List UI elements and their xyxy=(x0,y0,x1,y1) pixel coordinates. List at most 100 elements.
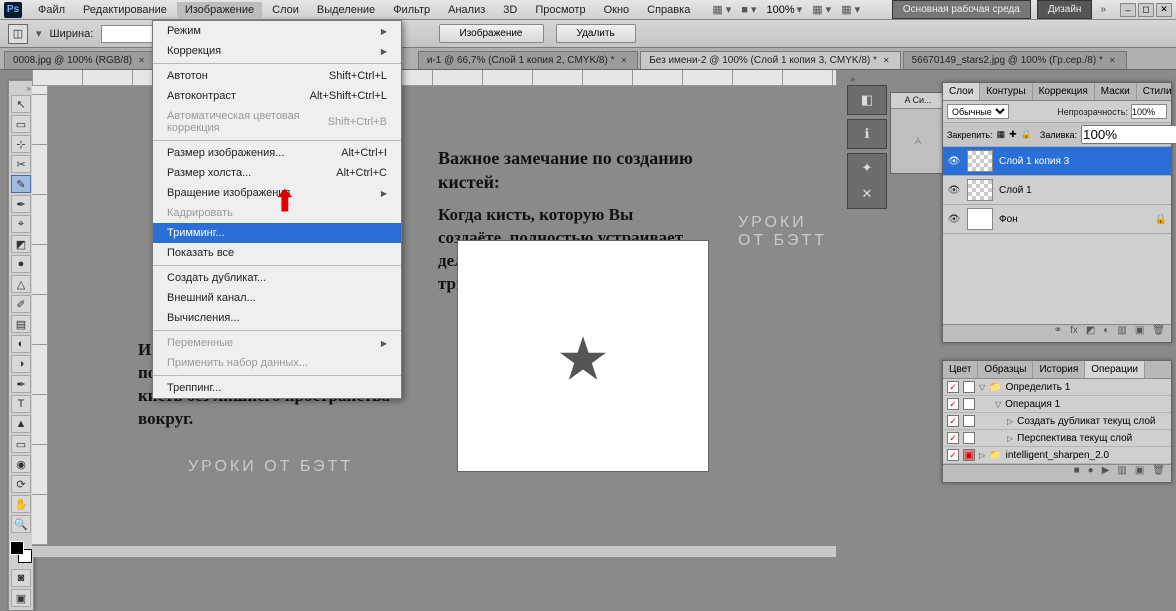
workspace-more-icon[interactable]: » xyxy=(1100,4,1106,15)
layer-row[interactable]: 👁Фон🔒 xyxy=(943,205,1171,234)
menu-filter[interactable]: Фильтр xyxy=(385,2,438,18)
eye-icon[interactable]: 👁 xyxy=(947,156,961,167)
dock-collapse-icon[interactable]: » xyxy=(850,74,855,84)
menu-window[interactable]: Окно xyxy=(596,2,638,18)
menu-file[interactable]: Файл xyxy=(30,2,73,18)
action-row[interactable]: ✓▷ Перспектива текущ слой xyxy=(943,430,1171,447)
layer-row[interactable]: 👁Слой 1 xyxy=(943,176,1171,205)
menu-calculations[interactable]: Вычисления... xyxy=(153,308,401,328)
dock-info-icon[interactable]: ℹ xyxy=(856,124,878,144)
lock-pos-icon[interactable]: ✚ xyxy=(1009,129,1017,140)
dock-navigator-icon[interactable]: ◧ xyxy=(856,90,878,110)
check-icon[interactable]: ✓ xyxy=(947,381,959,393)
check-icon[interactable]: ✓ xyxy=(947,449,959,461)
action-row[interactable]: ✓▣▷📁 intelligent_sharpen_2.0 xyxy=(943,447,1171,464)
mask-icon[interactable]: ◩ xyxy=(1086,325,1095,342)
menu-image-size[interactable]: Размер изображения...Alt+Ctrl+I xyxy=(153,143,401,163)
tab-history[interactable]: История xyxy=(1033,361,1085,378)
history-brush-icon[interactable]: △ xyxy=(11,275,31,293)
toolbox-collapse-icon[interactable]: » xyxy=(11,84,31,93)
tab-masks[interactable]: Маски xyxy=(1095,83,1137,100)
menu-autocolor[interactable]: Автоматическая цветовая коррекцияShift+C… xyxy=(153,106,401,138)
link-icon[interactable]: ⚭ xyxy=(1054,325,1062,342)
stamp-tool-icon[interactable]: ● xyxy=(11,255,31,273)
tab-swatches[interactable]: Образцы xyxy=(978,361,1033,378)
blur-tool-icon[interactable]: ◐ xyxy=(11,335,31,353)
action-row[interactable]: ✓▽ Операция 1 xyxy=(943,396,1171,413)
lasso-tool-icon[interactable]: ⊹ xyxy=(11,135,31,153)
dodge-tool-icon[interactable]: ◑ xyxy=(11,355,31,373)
path-tool-icon[interactable]: ▲ xyxy=(11,415,31,433)
menu-3d[interactable]: 3D xyxy=(495,2,525,18)
crop-tool-icon[interactable]: ◫ xyxy=(8,24,28,44)
tab-close-icon[interactable]: ✕ xyxy=(621,56,628,65)
blend-mode-select[interactable]: Обычные xyxy=(947,104,1009,119)
menu-trim[interactable]: Тримминг... xyxy=(153,223,401,243)
play-icon[interactable]: ▶ xyxy=(1102,465,1110,482)
window-min-icon[interactable]: – xyxy=(1120,3,1136,17)
eye-icon[interactable]: 👁 xyxy=(947,214,961,225)
new-set-icon[interactable]: ▥ xyxy=(1117,465,1126,482)
char-tab[interactable]: A xyxy=(904,95,910,105)
adjust-icon[interactable]: ◐ xyxy=(1103,325,1109,342)
tab-layers[interactable]: Слои xyxy=(943,83,980,100)
menu-correction[interactable]: Коррекция▶ xyxy=(153,41,401,61)
menu-view[interactable]: Просмотр xyxy=(527,2,593,18)
hand-tool-icon[interactable]: ✋ xyxy=(11,495,31,513)
lock-pixels-icon[interactable]: ▦ xyxy=(997,129,1006,140)
color-swatches[interactable] xyxy=(10,541,32,563)
marquee-tool-icon[interactable]: ▭ xyxy=(11,115,31,133)
eye-icon[interactable]: 👁 xyxy=(947,185,961,196)
3d-tool-icon[interactable]: ◉ xyxy=(11,455,31,473)
workspace-main[interactable]: Основная рабочая среда xyxy=(892,0,1031,19)
type-tool-icon[interactable]: T xyxy=(11,395,31,413)
check-icon[interactable]: ✓ xyxy=(947,415,959,427)
action-row[interactable]: ✓▷ Создать дубликат текущ слой xyxy=(943,413,1171,430)
quickmask-icon[interactable]: ◙ xyxy=(11,569,31,587)
eraser-tool-icon[interactable]: ✐ xyxy=(11,295,31,313)
layer-row[interactable]: 👁Слой 1 копия 3 xyxy=(943,147,1171,176)
menu-apply-dataset[interactable]: Применить набор данных... xyxy=(153,353,401,373)
wand-tool-icon[interactable]: ✂ xyxy=(11,155,31,173)
brush-tool-icon[interactable]: ◩ xyxy=(11,235,31,253)
menu-apply-image[interactable]: Внешний канал... xyxy=(153,288,401,308)
window-max-icon[interactable]: ◻ xyxy=(1138,3,1154,17)
heal-tool-icon[interactable]: ⌖ xyxy=(11,215,31,233)
menu-mode[interactable]: Режим▶ xyxy=(153,21,401,41)
menu-canvas-size[interactable]: Размер холста...Alt+Ctrl+C xyxy=(153,163,401,183)
eyedropper-tool-icon[interactable]: ✒ xyxy=(11,195,31,213)
menu-autocontrast[interactable]: АвтоконтрастAlt+Shift+Ctrl+L xyxy=(153,86,401,106)
pen-tool-icon[interactable]: ✒ xyxy=(11,375,31,393)
dock-tools-icon[interactable]: ✕ xyxy=(856,184,878,204)
crop-tool-icon[interactable]: ✎ xyxy=(11,175,31,193)
stop-icon[interactable]: ■ xyxy=(1074,465,1080,482)
zoom-tool-icon[interactable]: 🔍 xyxy=(11,515,31,533)
tab-close-icon[interactable]: ✕ xyxy=(883,56,890,65)
menu-analysis[interactable]: Анализ xyxy=(440,2,493,18)
workspace-design[interactable]: Дизайн xyxy=(1037,0,1093,19)
symbol-tab[interactable]: Си... xyxy=(913,95,932,105)
tab-close-icon[interactable]: ✕ xyxy=(1109,56,1116,65)
menu-variables[interactable]: Переменные▶ xyxy=(153,333,401,353)
dock-adjust-icon[interactable]: ✦ xyxy=(856,158,878,178)
menu-help[interactable]: Справка xyxy=(639,2,698,18)
character-panel[interactable]: A Си... A xyxy=(890,92,946,174)
3d-rot-tool-icon[interactable]: ⟳ xyxy=(11,475,31,493)
scrollbar-h[interactable] xyxy=(32,545,836,557)
gradient-tool-icon[interactable]: ▤ xyxy=(11,315,31,333)
doc-tab[interactable]: 0008.jpg @ 100% (RGB/8)✕ xyxy=(4,51,156,69)
new-action-icon[interactable]: ▣ xyxy=(1135,465,1144,482)
tab-paths[interactable]: Контуры xyxy=(980,83,1032,100)
trash-icon[interactable]: 🗑 xyxy=(1152,325,1165,342)
screenmode-icon[interactable]: ▣ xyxy=(11,589,31,607)
menu-layers[interactable]: Слои xyxy=(264,2,307,18)
tab-styles[interactable]: Стили xyxy=(1137,83,1176,100)
menu-duplicate[interactable]: Создать дубликат... xyxy=(153,268,401,288)
check-icon[interactable]: ✓ xyxy=(947,432,959,444)
tab-adjust[interactable]: Коррекция xyxy=(1033,83,1095,100)
delete-button[interactable]: Удалить xyxy=(556,24,636,43)
doc-tab[interactable]: 56670149_stars2.jpg @ 100% (Гр.сер./8) *… xyxy=(903,51,1127,69)
menu-select[interactable]: Выделение xyxy=(309,2,383,18)
menu-autotone[interactable]: АвтотонShift+Ctrl+L xyxy=(153,66,401,86)
action-row[interactable]: ✓▽📁 Определить 1 xyxy=(943,379,1171,396)
